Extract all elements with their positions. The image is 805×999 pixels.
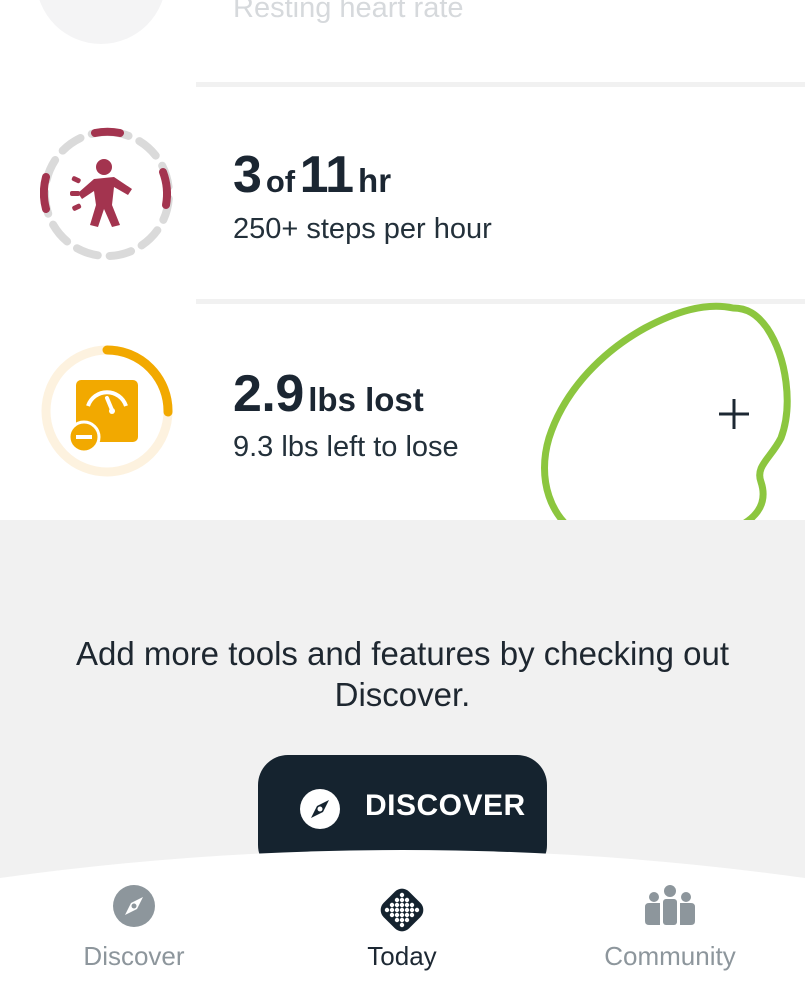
plus-icon (719, 399, 749, 429)
hourly-goal-value: 11 (299, 146, 354, 204)
weight-lost-value: 2.9 (233, 365, 304, 423)
discover-promo-text: Add more tools and features by checking … (75, 635, 730, 713)
hourly-unit: hr (358, 162, 392, 199)
weight-value: 2.9 lbs lost (233, 364, 424, 424)
hourly-current-value: 3 (233, 146, 262, 204)
resting-heart-rate-row[interactable]: Resting heart rate (0, 0, 805, 84)
weight-unit: lbs lost (308, 381, 424, 418)
compass-icon (113, 885, 155, 927)
hourly-of-word: of (265, 164, 296, 199)
discover-button-label: DISCOVER (365, 789, 526, 822)
resting-heart-rate-label: Resting heart rate (233, 0, 464, 24)
nav-label-today: Today (367, 941, 437, 971)
weight-subtitle: 9.3 lbs left to lose (233, 431, 459, 463)
resting-heart-rate-ring (36, 0, 166, 44)
add-button[interactable] (706, 386, 762, 442)
person-activity-icon (70, 159, 132, 227)
hourly-activity-subtitle: 250+ steps per hour (233, 213, 492, 245)
community-icon (645, 885, 695, 925)
nav-item-discover[interactable]: Discover (34, 885, 234, 972)
bottom-navigation: Discover Today Community (0, 840, 805, 999)
weight-ring (41, 345, 173, 477)
hourly-activity-ring (40, 127, 173, 260)
scale-icon (67, 380, 138, 454)
nav-item-today[interactable]: Today (302, 885, 502, 972)
hourly-activity-value: 3 of 11 hr (233, 145, 391, 205)
compass-icon (300, 789, 340, 829)
hourly-activity-row[interactable]: 3 of 11 hr 250+ steps per hour (0, 87, 805, 300)
nav-label-community: Community (604, 941, 736, 971)
nav-label-discover: Discover (83, 941, 185, 971)
fitbit-dots-icon (380, 888, 424, 932)
nav-item-community[interactable]: Community (570, 885, 770, 972)
